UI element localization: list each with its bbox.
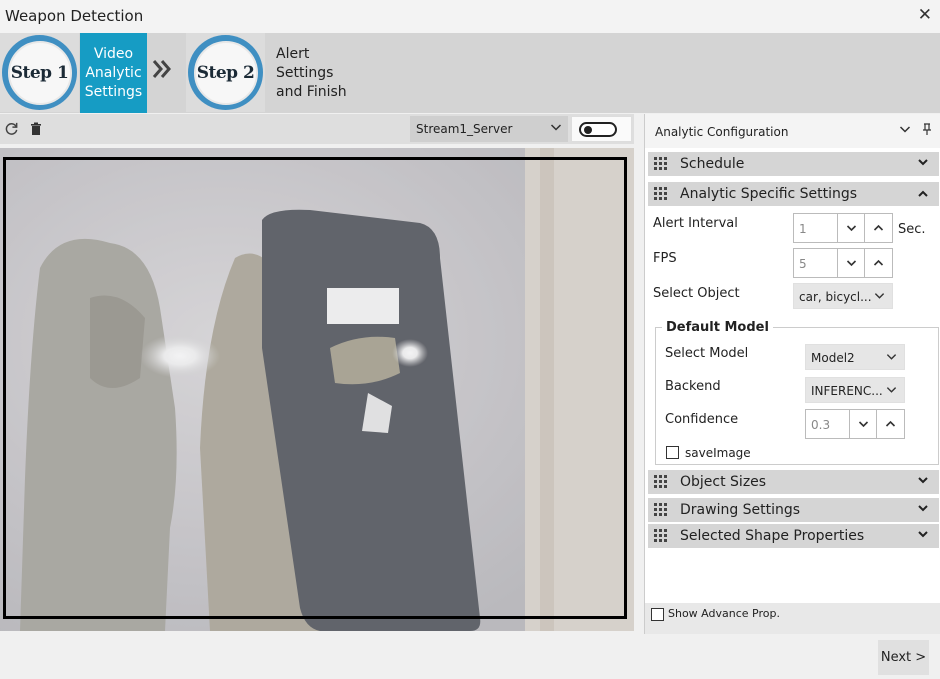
step1-label[interactable]: Video Analytic Settings <box>80 33 147 113</box>
grip-icon <box>654 529 667 542</box>
stream-toggle[interactable] <box>579 122 617 137</box>
chevron-down-icon[interactable] <box>838 214 865 242</box>
chevron-down-icon <box>874 290 885 304</box>
select-object-label: Select Object <box>653 286 740 301</box>
chevron-down-icon <box>918 159 928 166</box>
confidence-stepper[interactable]: 0.3 <box>805 409 905 439</box>
default-model-group: Default Model Select Model Model2 Backen… <box>655 320 939 465</box>
save-image-checkbox[interactable] <box>666 446 679 459</box>
chevron-down-icon <box>886 384 897 398</box>
chevron-down-icon <box>550 121 562 136</box>
fps-value[interactable]: 5 <box>794 249 838 277</box>
chevron-up-icon[interactable] <box>865 249 892 277</box>
alert-interval-label: Alert Interval <box>653 216 738 231</box>
confidence-value[interactable]: 0.3 <box>806 410 850 438</box>
show-advance-label: Show Advance Prop. <box>668 607 780 620</box>
refresh-icon[interactable] <box>3 120 19 136</box>
wizard-steps: Step 1 Video Analytic Settings Step 2 Al… <box>0 33 940 113</box>
chevron-down-icon <box>918 531 928 538</box>
step2-badge-text: Step 2 <box>193 40 258 105</box>
close-icon[interactable]: ✕ <box>918 5 932 25</box>
grip-icon <box>654 475 667 488</box>
double-chevron-icon <box>151 57 173 87</box>
step2-badge-icon[interactable]: Step 2 <box>186 33 265 112</box>
trash-icon[interactable] <box>28 120 44 136</box>
chevron-down-icon <box>886 351 897 365</box>
chevron-down-icon <box>918 505 928 512</box>
save-image-label: saveImage <box>685 446 751 460</box>
section-title: Selected Shape Properties <box>680 528 865 544</box>
select-object-value: car, bicycl... <box>799 290 872 304</box>
default-model-legend: Default Model <box>662 320 773 335</box>
step1-badge-text: Step 1 <box>7 40 72 105</box>
section-title: Drawing Settings <box>680 502 801 518</box>
stream-toggle-container <box>571 116 632 142</box>
chevron-down-icon[interactable] <box>899 123 911 138</box>
backend-label: Backend <box>665 379 721 394</box>
section-selected-shape-properties[interactable]: Selected Shape Properties <box>648 524 939 548</box>
video-preview[interactable] <box>0 148 634 631</box>
video-frame-image <box>0 148 634 631</box>
step1-label-line: Analytic <box>85 65 142 81</box>
alert-interval-stepper[interactable]: 1 <box>793 213 893 243</box>
next-button[interactable]: Next > <box>878 640 929 675</box>
step2-label-line: and Finish <box>276 84 347 100</box>
chevron-up-icon[interactable] <box>877 410 904 438</box>
title-bar: Weapon Detection ✕ <box>0 0 940 33</box>
grip-icon <box>654 503 667 516</box>
backend-dropdown[interactable]: INFERENC... <box>805 377 905 403</box>
section-title: Schedule <box>680 156 745 172</box>
section-object-sizes[interactable]: Object Sizes <box>648 470 939 494</box>
step2-label[interactable]: Alert Settings and Finish <box>276 45 347 102</box>
video-toolbar: Stream1_Server <box>0 114 634 144</box>
chevron-down-icon[interactable] <box>838 249 865 277</box>
chevron-up-icon[interactable] <box>865 214 892 242</box>
section-analytic-specific-settings[interactable]: Analytic Specific Settings <box>648 182 939 206</box>
alert-interval-unit: Sec. <box>898 222 926 237</box>
grip-icon <box>654 187 667 200</box>
step1-label-line: Settings <box>84 84 143 100</box>
panel-title: Analytic Configuration <box>655 125 789 139</box>
fps-label: FPS <box>653 251 677 266</box>
select-object-dropdown[interactable]: car, bicycl... <box>793 283 893 309</box>
section-title: Analytic Specific Settings <box>680 186 858 202</box>
panel-footer: Show Advance Prop. <box>645 603 940 634</box>
step1-badge-icon[interactable]: Step 1 <box>0 33 79 112</box>
section-drawing-settings[interactable]: Drawing Settings <box>648 498 939 522</box>
analytic-configuration-panel: Analytic Configuration Schedule Analytic… <box>644 114 940 634</box>
grip-icon <box>654 157 667 170</box>
backend-value: INFERENC... <box>811 384 883 398</box>
step2-label-line: Alert <box>276 46 310 62</box>
window-title: Weapon Detection <box>5 7 144 25</box>
confidence-label: Confidence <box>665 412 739 427</box>
pin-icon[interactable] <box>921 123 933 139</box>
chevron-up-icon <box>918 190 928 197</box>
step1-label-line: Video <box>93 46 134 62</box>
section-title: Object Sizes <box>680 474 767 490</box>
section-schedule[interactable]: Schedule <box>648 152 939 176</box>
toggle-knob <box>584 126 592 134</box>
stream-select-value: Stream1_Server <box>416 122 513 136</box>
alert-interval-value[interactable]: 1 <box>794 214 838 242</box>
chevron-down-icon <box>918 477 928 484</box>
panel-header: Analytic Configuration <box>645 114 940 148</box>
select-model-value: Model2 <box>811 351 855 365</box>
select-model-label: Select Model <box>665 346 749 361</box>
chevron-down-icon[interactable] <box>850 410 877 438</box>
stream-select[interactable]: Stream1_Server <box>410 116 568 142</box>
select-model-dropdown[interactable]: Model2 <box>805 344 905 370</box>
step2-label-line: Settings <box>276 65 334 81</box>
fps-stepper[interactable]: 5 <box>793 248 893 278</box>
show-advance-checkbox[interactable] <box>651 608 664 621</box>
